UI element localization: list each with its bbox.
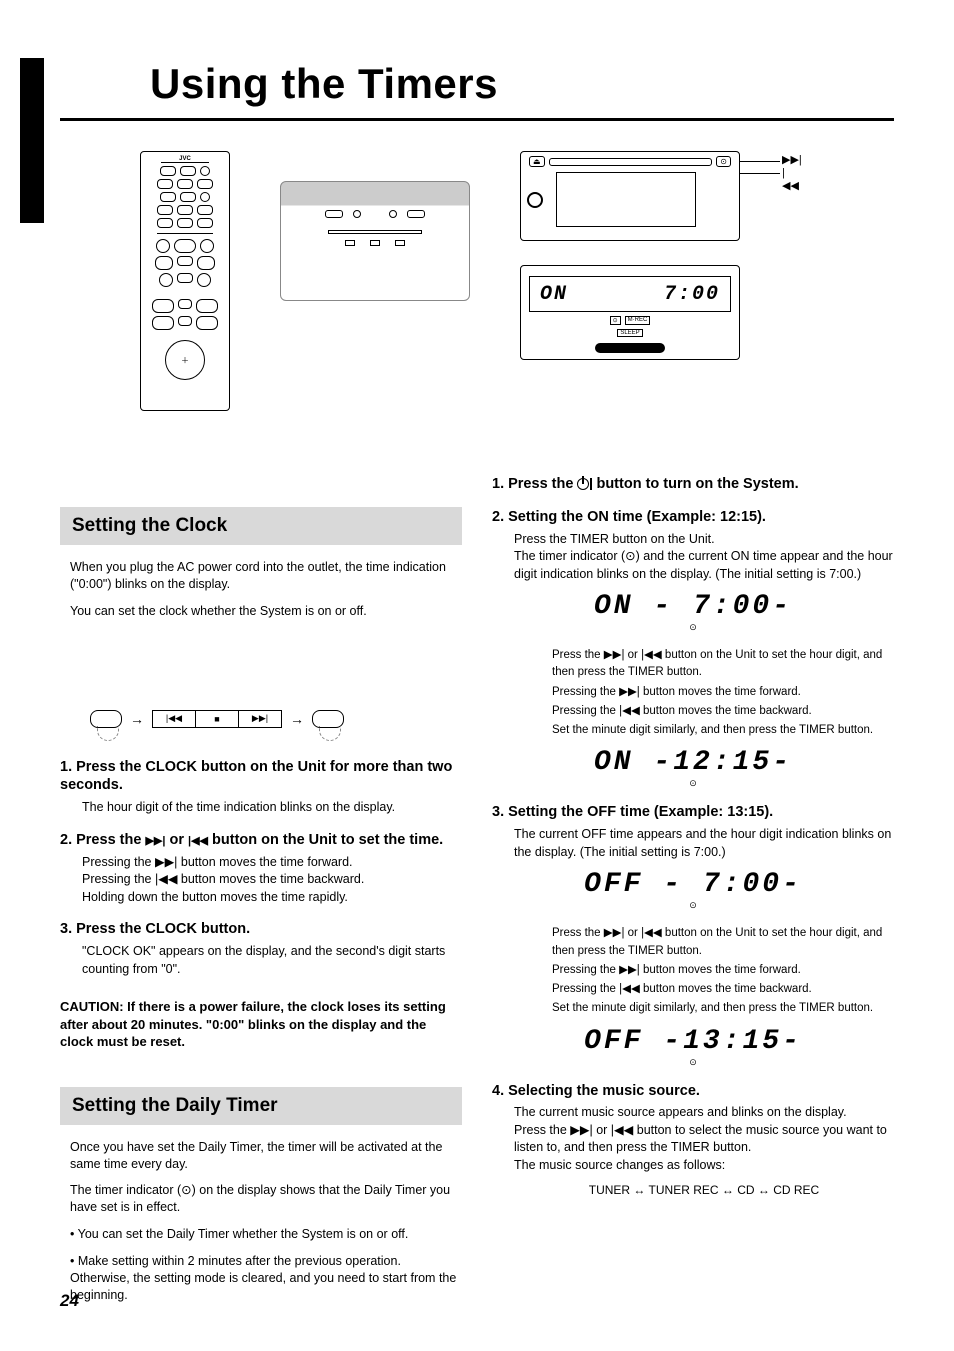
- figure-remote: JVC ＋: [140, 151, 230, 411]
- t3-sub4: Pressing the |◀◀ button moves the time b…: [492, 981, 894, 998]
- t4-sub3: The music source changes as follows:: [492, 1157, 894, 1175]
- t2-sub5: Pressing the |◀◀ button moves the time b…: [492, 703, 894, 720]
- t4-cycle: TUNER ↔ TUNER REC ↔ CD ↔ CD REC: [492, 1182, 894, 1199]
- timer-step-4: 4. Selecting the music source.: [492, 1082, 894, 1101]
- hero-figures: JVC ＋ ⏏⊙ ▶▶| |◀◀ ON 7:00: [140, 151, 894, 421]
- t3-sub2: Press the ▶▶| or |◀◀ button on the Unit …: [492, 925, 894, 960]
- figure-main-unit: ⏏⊙ ▶▶| |◀◀ ON 7:00 ⊙M·REC SLEEP: [520, 151, 770, 360]
- page-title: Using the Timers: [150, 60, 894, 108]
- title-rule: [60, 118, 894, 121]
- clock-step-1: 1. Press the CLOCK button on the Unit fo…: [60, 758, 462, 796]
- daily-intro-2: The timer indicator (⊙) on the display s…: [60, 1182, 462, 1216]
- lead-prev-icon: |◀◀: [782, 167, 799, 192]
- clock-step-2: 2. Press the ▶▶| or |◀◀ button on the Un…: [60, 831, 462, 850]
- clock-step-1-sub: The hour digit of the time indication bl…: [60, 799, 462, 817]
- daily-intro-1: Once you have set the Daily Timer, the t…: [60, 1139, 462, 1173]
- content-columns: Setting the Clock When you plug the AC p…: [60, 461, 894, 1314]
- clock-step-2-sub2: Pressing the |◀◀ button moves the time b…: [60, 871, 462, 889]
- t2-sub6: Set the minute digit similarly, and then…: [492, 722, 894, 739]
- lead-next-icon: ▶▶|: [782, 153, 802, 166]
- figure-cd-unit: [280, 181, 470, 301]
- t3-sub1: The current OFF time appears and the hou…: [492, 826, 894, 861]
- t2-sub3: Press the ▶▶| or |◀◀ button on the Unit …: [492, 647, 894, 682]
- timer-step-1: 1. Press the button to turn on the Syste…: [492, 475, 894, 494]
- t4-sub2: Press the ▶▶| or |◀◀ button to select th…: [492, 1122, 894, 1157]
- t3-sub3: Pressing the ▶▶| button moves the time f…: [492, 962, 894, 979]
- clock-step-2-sub3: Holding down the button moves the time r…: [60, 889, 462, 907]
- clock-step-3: 3. Press the CLOCK button.: [60, 920, 462, 939]
- lcd-on-label: ON: [540, 283, 568, 306]
- daily-note-2: • Make setting within 2 minutes after th…: [60, 1253, 462, 1304]
- section-daily-timer: Setting the Daily Timer: [60, 1087, 462, 1125]
- timer-step-2-sub1: Press the TIMER button on the Unit.: [492, 531, 894, 549]
- right-column: 1. Press the button to turn on the Syste…: [492, 461, 894, 1314]
- t2-sub4: Pressing the ▶▶| button moves the time f…: [492, 684, 894, 701]
- clock-intro-1: When you plug the AC power cord into the…: [60, 559, 462, 593]
- clock-step-2-sub1: Pressing the ▶▶| button moves the time f…: [60, 854, 462, 872]
- seg-on-700: ON - 7:00-: [532, 591, 854, 622]
- side-tab: [20, 58, 44, 223]
- seg-off-1315: OFF -13:15-: [532, 1026, 854, 1057]
- page-number: 24: [60, 1291, 79, 1311]
- section-setting-clock: Setting the Clock: [60, 507, 462, 545]
- remote-brand: JVC: [161, 156, 209, 163]
- clock-caution: CAUTION: If there is a power failure, th…: [60, 998, 462, 1051]
- power-icon: [577, 478, 589, 490]
- daily-note-1: • You can set the Daily Timer whether th…: [60, 1226, 462, 1243]
- snooze-button-icon: [595, 343, 665, 353]
- seg-off-700: OFF - 7:00-: [532, 869, 854, 900]
- jog-dial-icon: ＋: [165, 340, 205, 380]
- timer-step-3: 3. Setting the OFF time (Example: 13:15)…: [492, 803, 894, 822]
- left-column: Setting the Clock When you plug the AC p…: [60, 461, 462, 1314]
- t3-sub5: Set the minute digit similarly, and then…: [492, 1000, 894, 1017]
- clock-step-3-sub: "CLOCK OK" appears on the display, and t…: [60, 943, 462, 978]
- lcd-time: 7:00: [664, 283, 720, 306]
- t4-sub1: The current music source appears and bli…: [492, 1104, 894, 1122]
- clock-button-diagram: → |◀◀ ■ ▶▶| →: [90, 710, 462, 728]
- timer-step-2: 2. Setting the ON time (Example: 12:15).: [492, 508, 894, 527]
- clock-intro-2: You can set the clock whether the System…: [60, 603, 462, 620]
- timer-step-2-sub2: The timer indicator (⊙) and the current …: [492, 548, 894, 583]
- seg-on-1215: ON -12:15-: [532, 747, 854, 778]
